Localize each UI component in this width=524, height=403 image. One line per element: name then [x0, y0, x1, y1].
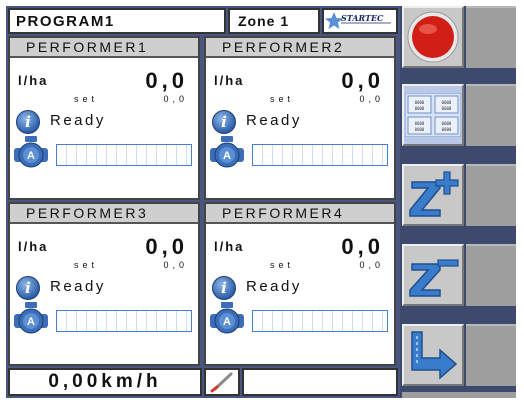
- performer-panel-1[interactable]: PERFORMER1 l/ha 0,0 set 0,0 i Ready A: [8, 36, 200, 200]
- svg-text:0000: 0000: [442, 106, 452, 111]
- zone-plus-icon: [409, 171, 459, 217]
- status-row: i Ready: [212, 274, 392, 302]
- rate-unit: l/ha: [18, 239, 49, 254]
- logo-wordmark: STARTEC: [341, 13, 384, 23]
- performer-title: PERFORMER3: [10, 204, 198, 224]
- set-value: 0,0: [359, 94, 384, 104]
- svg-text:0000: 0000: [442, 121, 452, 126]
- mode-letter: A: [27, 316, 35, 328]
- tool-button[interactable]: [204, 368, 240, 396]
- svg-text:0000: 0000: [415, 100, 425, 105]
- performer-title: PERFORMER4: [206, 204, 394, 224]
- mode-letter: A: [223, 150, 231, 162]
- stop-icon: [407, 11, 459, 63]
- performer-title: PERFORMER1: [10, 38, 198, 58]
- progress-bar: [56, 144, 192, 166]
- info-icon[interactable]: i: [16, 276, 40, 300]
- svg-text:0000: 0000: [442, 127, 452, 132]
- set-label: set: [74, 260, 99, 270]
- side-spacer: [466, 244, 516, 306]
- set-value: 0,0: [359, 260, 384, 270]
- set-row: set 0,0: [214, 94, 386, 106]
- set-label: set: [74, 94, 99, 104]
- progress-bar: [252, 144, 388, 166]
- status-row: i Ready: [16, 108, 196, 136]
- set-row: set 0,0: [18, 260, 190, 272]
- mode-row: A: [14, 136, 198, 170]
- set-value: 0,0: [163, 260, 188, 270]
- mode-letter: A: [27, 150, 35, 162]
- set-value: 0,0: [163, 94, 188, 104]
- grid-view-icon: 0000 0000 0000 0000 0000 0000 0000 0000: [405, 93, 461, 137]
- rate-unit: l/ha: [214, 73, 245, 88]
- mode-row: A: [14, 302, 198, 336]
- rate-unit: l/ha: [18, 73, 49, 88]
- side-spacer: [466, 6, 516, 68]
- set-label: set: [270, 260, 295, 270]
- status-text: Ready: [246, 278, 302, 295]
- auto-mode-icon[interactable]: A: [14, 302, 48, 336]
- set-row: set 0,0: [214, 260, 386, 272]
- side-spacer: [466, 84, 516, 146]
- auto-mode-icon[interactable]: A: [210, 136, 244, 170]
- rate-value: 0,0: [341, 68, 384, 93]
- side-bottom-strip: [402, 392, 516, 398]
- rate-value: 0,0: [145, 234, 188, 259]
- hmi-screen: PROGRAM1 Zone 1 STARTEC PERFORMER1 l/ha …: [6, 6, 516, 398]
- zone-label[interactable]: Zone 1: [228, 8, 320, 34]
- pen-icon: [210, 372, 233, 393]
- performer-panel-4[interactable]: PERFORMER4 l/ha 0,0 set 0,0 i Ready A: [204, 202, 396, 366]
- performer-title: PERFORMER2: [206, 38, 394, 58]
- svg-text:0000: 0000: [442, 100, 452, 105]
- progress-bar: [56, 310, 192, 332]
- status-text: Ready: [50, 112, 106, 129]
- rate-row: l/ha 0,0: [214, 68, 386, 93]
- info-icon[interactable]: i: [212, 276, 236, 300]
- info-icon[interactable]: i: [212, 110, 236, 134]
- message-field: [242, 368, 398, 396]
- zone-minus-button[interactable]: [402, 244, 464, 306]
- program-name[interactable]: PROGRAM1: [8, 8, 226, 34]
- zone-minus-icon: [409, 259, 459, 297]
- rate-value: 0,0: [341, 234, 384, 259]
- status-text: Ready: [246, 112, 302, 129]
- overview-button[interactable]: 0000 0000 0000 0000 0000 0000 0000 0000: [402, 84, 464, 146]
- startec-logo: STARTEC: [322, 8, 398, 34]
- status-row: i Ready: [212, 108, 392, 136]
- side-spacer: [466, 164, 516, 226]
- svg-text:0000: 0000: [415, 121, 425, 126]
- speed-display: 0,00km/h: [8, 368, 202, 396]
- performer-panel-3[interactable]: PERFORMER3 l/ha 0,0 set 0,0 i Ready A: [8, 202, 200, 366]
- bottom-bar: 0,00km/h: [8, 368, 398, 396]
- svg-text:0000: 0000: [415, 106, 425, 111]
- rate-unit: l/ha: [214, 239, 245, 254]
- auto-mode-icon[interactable]: A: [210, 302, 244, 336]
- rate-row: l/ha 0,0: [18, 234, 190, 259]
- zone-plus-button[interactable]: [402, 164, 464, 226]
- auto-mode-icon[interactable]: A: [14, 136, 48, 170]
- set-label: set: [270, 94, 295, 104]
- performer-panel-2[interactable]: PERFORMER2 l/ha 0,0 set 0,0 i Ready A: [204, 36, 396, 200]
- progress-bar: [252, 310, 388, 332]
- startec-logo-icon: STARTEC: [325, 12, 391, 29]
- rate-value: 0,0: [145, 68, 188, 93]
- side-spacer: [466, 324, 516, 386]
- info-icon[interactable]: i: [16, 110, 40, 134]
- mode-letter: A: [223, 316, 231, 328]
- status-row: i Ready: [16, 274, 196, 302]
- mode-row: A: [210, 136, 394, 170]
- mode-row: A: [210, 302, 394, 336]
- svg-text:0000: 0000: [415, 127, 425, 132]
- rate-row: l/ha 0,0: [214, 234, 386, 259]
- rate-row: l/ha 0,0: [18, 68, 190, 93]
- top-bar: PROGRAM1 Zone 1 STARTEC: [8, 8, 398, 34]
- set-row: set 0,0: [18, 94, 190, 106]
- next-page-button[interactable]: [402, 324, 464, 386]
- status-text: Ready: [50, 278, 106, 295]
- turn-right-arrow-icon: [411, 331, 458, 380]
- main-panel: PROGRAM1 Zone 1 STARTEC PERFORMER1 l/ha …: [6, 6, 400, 398]
- stop-button[interactable]: [402, 6, 464, 68]
